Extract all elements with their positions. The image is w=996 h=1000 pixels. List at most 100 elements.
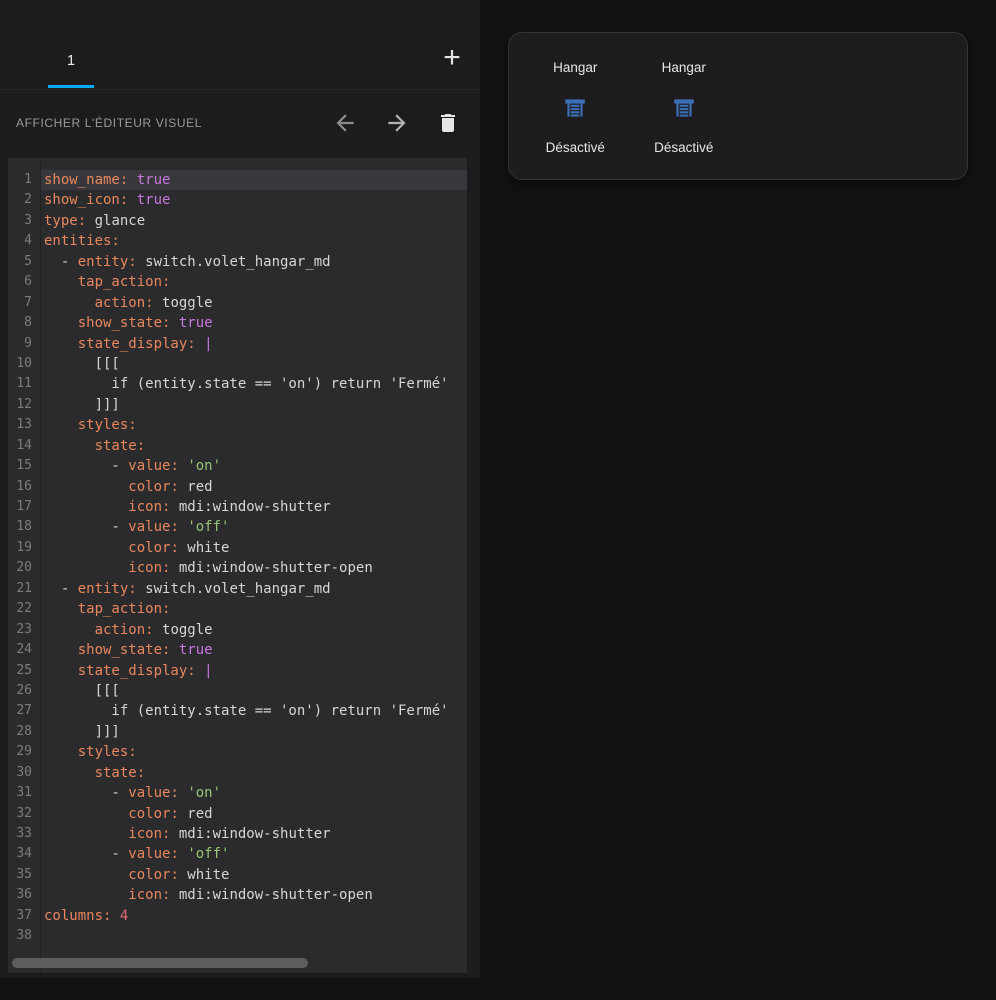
code-line[interactable]: 28 ]]] <box>8 722 467 742</box>
line-content: [[[ <box>40 354 467 374</box>
delete-card-button[interactable] <box>436 111 460 135</box>
line-content: state_display: | <box>40 661 467 681</box>
line-number: 5 <box>8 252 40 272</box>
code-line[interactable]: 7 action: toggle <box>8 293 467 313</box>
undo-button[interactable] <box>332 110 358 136</box>
line-content: - value: 'off' <box>40 517 467 537</box>
line-content: [[[ <box>40 681 467 701</box>
code-line[interactable]: 31 - value: 'on' <box>8 783 467 803</box>
code-line[interactable]: 15 - value: 'on' <box>8 456 467 476</box>
glance-card: HangarDésactivéHangarDésactivé <box>508 32 968 180</box>
tab-1[interactable]: 1 <box>48 36 94 88</box>
line-number: 11 <box>8 374 40 394</box>
code-line[interactable]: 12 ]]] <box>8 395 467 415</box>
code-line[interactable]: 11 if (entity.state == 'on') return 'Fer… <box>8 374 467 394</box>
line-content: ]]] <box>40 395 467 415</box>
glance-entity-item[interactable]: Hangar Désactivé <box>521 59 630 157</box>
line-content: - entity: switch.volet_hangar_md <box>40 579 467 599</box>
code-line[interactable]: 9 state_display: | <box>8 334 467 354</box>
code-line[interactable]: 25 state_display: | <box>8 661 467 681</box>
glance-grid: HangarDésactivéHangarDésactivé <box>509 33 967 179</box>
window-shutter-icon <box>562 95 588 121</box>
card-editor-panel: 1 + AFFICHER L'ÉDITEUR VISUEL <box>0 0 480 978</box>
code-line[interactable]: 3type: glance <box>8 211 467 231</box>
code-line[interactable]: 29 styles: <box>8 742 467 762</box>
code-line[interactable]: 30 state: <box>8 763 467 783</box>
code-line[interactable]: 18 - value: 'off' <box>8 517 467 537</box>
show-visual-editor-button[interactable]: AFFICHER L'ÉDITEUR VISUEL <box>16 116 202 130</box>
line-number: 12 <box>8 395 40 415</box>
code-line[interactable]: 27 if (entity.state == 'on') return 'Fer… <box>8 701 467 721</box>
line-number: 14 <box>8 436 40 456</box>
code-line[interactable]: 26 [[[ <box>8 681 467 701</box>
code-line[interactable]: 14 state: <box>8 436 467 456</box>
line-content: icon: mdi:window-shutter-open <box>40 885 467 905</box>
arrow-right-icon <box>384 110 410 136</box>
code-line[interactable]: 34 - value: 'off' <box>8 844 467 864</box>
line-number: 35 <box>8 865 40 885</box>
code-line[interactable]: 38 <box>8 926 467 946</box>
code-line[interactable]: 4entities: <box>8 231 467 251</box>
code-line[interactable]: 1show_name: true <box>8 170 467 190</box>
line-content: color: red <box>40 804 467 824</box>
line-number: 3 <box>8 211 40 231</box>
code-line[interactable]: 37columns: 4 <box>8 906 467 926</box>
line-content: color: white <box>40 865 467 885</box>
add-tab-button[interactable]: + <box>434 38 470 78</box>
code-line[interactable]: 35 color: white <box>8 865 467 885</box>
code-line[interactable]: 36 icon: mdi:window-shutter-open <box>8 885 467 905</box>
code-line[interactable]: 16 color: red <box>8 477 467 497</box>
line-number: 26 <box>8 681 40 701</box>
line-content: entities: <box>40 231 467 251</box>
line-content: if (entity.state == 'on') return 'Fermé' <box>40 701 467 721</box>
code-line[interactable]: 19 color: white <box>8 538 467 558</box>
line-content: show_icon: true <box>40 190 467 210</box>
entity-name: Hangar <box>553 59 597 77</box>
line-content: state: <box>40 763 467 783</box>
code-line[interactable]: 13 styles: <box>8 415 467 435</box>
toolbar-actions <box>332 110 460 136</box>
line-content: state_display: | <box>40 334 467 354</box>
code-line[interactable]: 20 icon: mdi:window-shutter-open <box>8 558 467 578</box>
horizontal-scrollbar[interactable] <box>12 958 463 968</box>
code-line[interactable]: 22 tap_action: <box>8 599 467 619</box>
redo-button[interactable] <box>384 110 410 136</box>
code-line[interactable]: 21 - entity: switch.volet_hangar_md <box>8 579 467 599</box>
trash-icon <box>436 111 460 135</box>
line-content: - value: 'on' <box>40 783 467 803</box>
line-content: - value: 'on' <box>40 456 467 476</box>
line-content: tap_action: <box>40 272 467 292</box>
code-line[interactable]: 5 - entity: switch.volet_hangar_md <box>8 252 467 272</box>
line-content: icon: mdi:window-shutter-open <box>40 558 467 578</box>
glance-entity-item[interactable]: HangarDésactivé <box>630 59 739 157</box>
line-number: 27 <box>8 701 40 721</box>
line-number: 29 <box>8 742 40 762</box>
code-line[interactable]: 17 icon: mdi:window-shutter <box>8 497 467 517</box>
code-line[interactable]: 8 show_state: true <box>8 313 467 333</box>
line-number: 16 <box>8 477 40 497</box>
plus-icon: + <box>443 41 461 74</box>
yaml-code-editor[interactable]: 1show_name: true2show_icon: true3type: g… <box>8 158 467 973</box>
line-number: 31 <box>8 783 40 803</box>
code-line[interactable]: 10 [[[ <box>8 354 467 374</box>
line-content: action: toggle <box>40 620 467 640</box>
code-line[interactable]: 23 action: toggle <box>8 620 467 640</box>
line-number: 36 <box>8 885 40 905</box>
code-line[interactable]: 33 icon: mdi:window-shutter <box>8 824 467 844</box>
code-line[interactable]: 32 color: red <box>8 804 467 824</box>
code-line[interactable]: 6 tap_action: <box>8 272 467 292</box>
tab-1-label: 1 <box>67 53 75 69</box>
line-content: icon: mdi:window-shutter <box>40 497 467 517</box>
line-number: 20 <box>8 558 40 578</box>
line-content: color: white <box>40 538 467 558</box>
arrow-left-icon <box>332 110 358 136</box>
line-number: 9 <box>8 334 40 354</box>
entity-name: Hangar <box>662 59 706 77</box>
scrollbar-thumb[interactable] <box>12 958 308 968</box>
line-number: 6 <box>8 272 40 292</box>
code-line[interactable]: 24 show_state: true <box>8 640 467 660</box>
entity-state: Désactivé <box>546 139 605 157</box>
code-line[interactable]: 2show_icon: true <box>8 190 467 210</box>
line-number: 33 <box>8 824 40 844</box>
line-number: 34 <box>8 844 40 864</box>
